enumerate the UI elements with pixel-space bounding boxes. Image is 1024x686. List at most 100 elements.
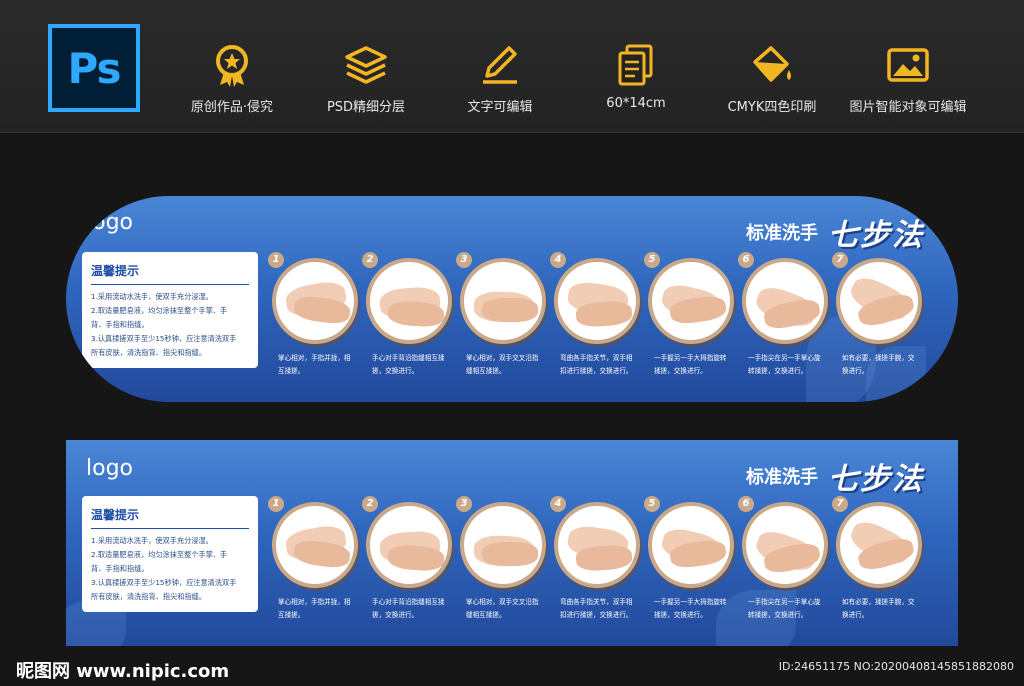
step-number: 1 [268,496,284,512]
caption-line: 换进行。 [842,611,869,619]
paint-bucket-icon [753,46,791,82]
tip-line: 1.采用流动水洗手，使双手充分浸湿。 [91,536,213,545]
tip-line: 3.认真揉搓双手至少15秒钟，应注意清洗双手 [91,578,237,587]
step-photo [272,258,358,344]
tip-line: 1.采用流动水洗手，使双手充分浸湿。 [91,292,213,301]
caption-line: 扣进行揉搓，交换进行。 [560,611,633,619]
title-main: 标准洗手 [746,467,818,488]
step-7: 7 如有必要，揉搓手腕，交 换进行。 [832,252,926,378]
caption-line: 弯曲各手指关节，双手相 [560,598,633,606]
hand-illustration [482,542,538,566]
caption-line: 如有必要，揉搓手腕，交 [842,598,915,606]
step-caption: 一手指尖在另一手掌心旋 转揉搓，交换进行。 [742,596,832,622]
step-7: 7 如有必要，揉搓手腕，交 换进行。 [832,496,926,622]
step-caption: 如有必要，揉搓手腕，交 换进行。 [836,352,926,378]
step-number: 7 [832,252,848,268]
caption-line: 揉搓，交换进行。 [654,611,707,619]
caption-line: 手心对手背沿指缝相互揉 [372,354,445,362]
step-6: 6 一手指尖在另一手掌心旋 转揉搓，交换进行。 [738,252,832,378]
caption-line: 换进行。 [842,367,869,375]
step-number: 4 [550,252,566,268]
caption-line: 一手指尖在另一手掌心旋 [748,598,821,606]
caption-line: 互揉搓。 [278,367,305,375]
step-photo [272,502,358,588]
image-id: ID:24651175 NO:20200408145851882080 [778,660,1014,673]
hand-illustration [575,544,633,572]
tip-line: 2.取适量肥皂液，均匀涂抹至整个手掌、手 [91,550,228,559]
step-3: 3 掌心相对，双手交叉沿指 缝相互揉搓。 [456,496,550,622]
caption-line: 一手指尖在另一手掌心旋 [748,354,821,362]
tips-box: 温馨提示 1.采用流动水洗手，使双手充分浸湿。 2.取适量肥皂液，均匀涂抹至整个… [82,252,258,368]
steps-row: 1 掌心相对，手指并拢，相 互揉搓。 2 手心对手背沿指缝相互揉 搓，交换进行。 3 掌心相对… [268,252,952,398]
title-script: 七步法 [828,218,924,253]
caption-line: 转揉搓，交换进行。 [748,611,808,619]
tips-title: 温馨提示 [91,506,249,529]
step-photo [460,258,546,344]
caption-line: 揉搓，交换进行。 [654,367,707,375]
step-caption: 一手握另一手大拇指旋转 揉搓，交换进行。 [648,352,738,378]
caption-line: 扣进行揉搓，交换进行。 [560,367,633,375]
feature-label: 图片智能对象可编辑 [849,100,967,115]
step-number: 6 [738,496,754,512]
watermark-footer: 昵图网 www.nipic.com ID:24651175 NO:2020040… [0,650,1024,686]
step-caption: 手心对手背沿指缝相互揉 搓，交换进行。 [366,352,456,378]
caption-line: 如有必要，揉搓手腕，交 [842,354,915,362]
step-caption: 如有必要，揉搓手腕，交 换进行。 [836,596,926,622]
step-caption: 一手握另一手大拇指旋转 揉搓，交换进行。 [648,596,738,622]
step-photo [836,258,922,344]
caption-line: 搓，交换进行。 [372,367,419,375]
title-script: 七步法 [828,462,924,497]
step-number: 5 [644,496,660,512]
tip-line: 2.取适量肥皂液，均匀涂抹至整个手掌、手 [91,306,228,315]
caption-line: 一手握另一手大拇指旋转 [654,354,727,362]
feature-smart-object: 图片智能对象可编辑 [828,42,988,115]
step-photo [648,258,734,344]
photoshop-logo-icon: Ps [48,24,140,112]
step-photo [366,502,452,588]
step-photo [742,502,828,588]
step-5: 5 一手握另一手大拇指旋转 揉搓，交换进行。 [644,496,738,622]
caption-line: 缝相互揉搓。 [466,611,506,619]
step-4: 4 弯曲各手指关节，双手相 扣进行揉搓，交换进行。 [550,252,644,378]
step-1: 1 掌心相对，手指并拢，相 互揉搓。 [268,252,362,378]
step-caption: 弯曲各手指关节，双手相 扣进行揉搓，交换进行。 [554,596,644,622]
pencil-edit-icon [483,46,517,84]
step-photo [648,502,734,588]
handwash-panel-rect: logo 标准洗手 七步法 温馨提示 1.采用流动水洗手，使双手充分浸湿。 2.… [66,440,958,646]
step-caption: 掌心相对，双手交叉沿指 缝相互揉搓。 [460,352,550,378]
step-photo [460,502,546,588]
step-number: 1 [268,252,284,268]
caption-line: 搓，交换进行。 [372,611,419,619]
step-1: 1 掌心相对，手指并拢，相 互揉搓。 [268,496,362,622]
caption-line: 弯曲各手指关节，双手相 [560,354,633,362]
caption-line: 掌心相对，手指并拢，相 [278,354,351,362]
step-3: 3 掌心相对，双手交叉沿指 缝相互揉搓。 [456,252,550,378]
step-photo [554,258,640,344]
caption-line: 缝相互揉搓。 [466,367,506,375]
step-photo [742,258,828,344]
step-caption: 一手指尖在另一手掌心旋 转揉搓，交换进行。 [742,352,832,378]
document-copy-icon [618,44,653,86]
step-number: 6 [738,252,754,268]
caption-line: 互揉搓。 [278,611,305,619]
step-5: 5 一手握另一手大拇指旋转 揉搓，交换进行。 [644,252,738,378]
step-caption: 掌心相对，双手交叉沿指 缝相互揉搓。 [460,596,550,622]
logo-placeholder: logo [86,210,133,235]
award-medal-icon [216,45,248,87]
caption-line: 掌心相对，双手交叉沿指 [466,354,539,362]
ps-badge-text: Ps [67,43,121,93]
tip-line: 3.认真揉搓双手至少15秒钟，应注意清洗双手 [91,334,237,343]
step-2: 2 手心对手背沿指缝相互揉 搓，交换进行。 [362,252,456,378]
step-number: 5 [644,252,660,268]
step-photo [366,258,452,344]
step-photo [836,502,922,588]
step-photo [554,502,640,588]
step-number: 3 [456,496,472,512]
step-4: 4 弯曲各手指关节，双手相 扣进行揉搓，交换进行。 [550,496,644,622]
step-number: 4 [550,496,566,512]
tips-box: 温馨提示 1.采用流动水洗手，使双手充分浸湿。 2.取适量肥皂液，均匀涂抹至整个… [82,496,258,612]
step-2: 2 手心对手背沿指缝相互揉 搓，交换进行。 [362,496,456,622]
top-banner: Ps 原创作品·侵究 PSD精细分层 文字可编辑 60*14cm CMYK四色印… [0,0,1024,133]
steps-row: 1 掌心相对，手指并拢，相 互揉搓。 2 手心对手背沿指缝相互揉 搓，交换进行。 3 掌心相对… [268,496,952,642]
image-icon [887,48,929,82]
